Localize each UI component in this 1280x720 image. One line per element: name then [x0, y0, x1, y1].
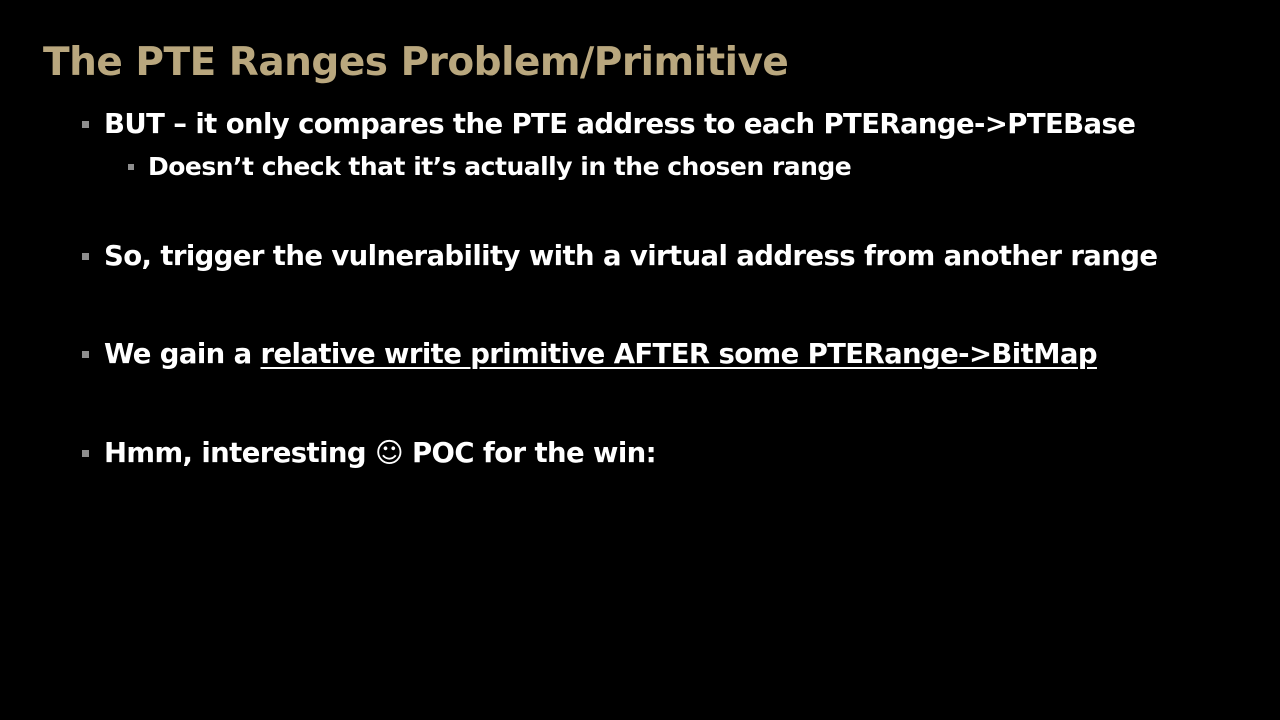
bullet-text: Doesn’t check that it’s actually in the …	[148, 152, 852, 181]
bullet-trigger-vulnerability: So, trigger the vulnerability with a vir…	[82, 240, 1158, 272]
bullet-marker-icon	[82, 120, 89, 128]
bullet-text: Hmm, interesting	[104, 437, 375, 469]
bullet-text: We gain a	[104, 338, 261, 370]
bullet-poc: Hmm, interesting ☺ POC for the win:	[82, 437, 657, 469]
slide: The PTE Ranges Problem/Primitive BUT – i…	[0, 0, 1280, 720]
bullet-marker-icon	[82, 350, 89, 358]
bullet-marker-icon	[82, 252, 89, 260]
bullet-marker-icon	[82, 449, 89, 457]
sub-bullet-range-check: Doesn’t check that it’s actually in the …	[128, 152, 852, 181]
slide-title: The PTE Ranges Problem/Primitive	[43, 40, 789, 85]
bullet-relative-write: We gain a relative write primitive AFTER…	[82, 338, 1098, 370]
bullet-text-suffix: POC for the win:	[403, 437, 657, 469]
bullet-marker-icon	[128, 163, 134, 170]
smiley-icon: ☺	[374, 437, 404, 469]
bullet-compare-ptebase: BUT – it only compares the PTE address t…	[82, 108, 1136, 140]
relative-write-link[interactable]: relative write primitive AFTER some PTER…	[261, 338, 1098, 370]
bullet-text: BUT – it only compares the PTE address t…	[104, 108, 1136, 140]
bullet-text: So, trigger the vulnerability with a vir…	[104, 240, 1158, 272]
